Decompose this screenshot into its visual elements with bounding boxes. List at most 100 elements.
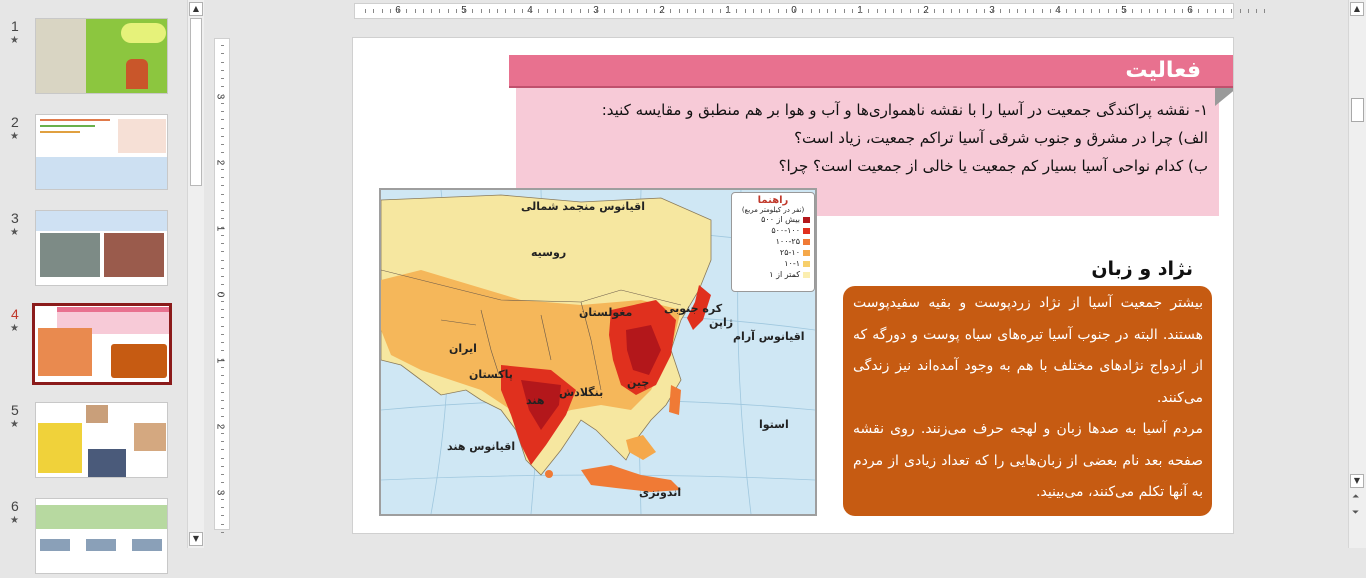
editor-scrollbar[interactable]: ▲ ▼ ⏶ ⏷: [1348, 0, 1366, 548]
ruler-tick: [221, 61, 224, 63]
slide-thumbnail-1[interactable]: 1 ★: [0, 18, 185, 98]
legend-row: ۲۵-۱۰: [736, 247, 810, 258]
ruler-tick: [1124, 9, 1125, 13]
ruler-tick: [221, 383, 224, 385]
ruler-tick: [221, 531, 224, 533]
ruler-tick: [488, 9, 490, 13]
ruler-tick: [1115, 9, 1117, 13]
ruler-tick: [221, 69, 224, 71]
ruler-tick: [1132, 9, 1134, 13]
ruler-tick: [629, 9, 630, 13]
slide-thumbnail-6[interactable]: 6 ★: [0, 498, 185, 578]
ruler-tick: [431, 9, 432, 13]
slide-number: 2: [11, 114, 19, 130]
scroll-down-icon[interactable]: ▼: [189, 532, 203, 546]
ruler-tick: [398, 9, 399, 13]
ruler-tick: [221, 482, 224, 484]
scrollbar-thumb[interactable]: [1351, 98, 1364, 122]
ruler-tick: [893, 9, 894, 13]
ruler-tick: [851, 9, 853, 13]
ruler-tick: [221, 111, 224, 112]
ruler-tick: [221, 251, 224, 253]
ruler-tick: [464, 9, 465, 13]
ruler-tick: [373, 9, 375, 13]
ruler-tick: [612, 9, 614, 13]
ruler-tick: [934, 9, 936, 13]
scroll-down-icon[interactable]: ▼: [1350, 474, 1364, 488]
race-language-box[interactable]: بیشتر جمعیت آسیا از نژاد زردپوست و بقیه …: [843, 286, 1212, 516]
slide-thumbnail-3[interactable]: 3 ★: [0, 210, 185, 290]
ruler-tick: [785, 9, 787, 13]
next-slide-icon[interactable]: ⏷: [1352, 508, 1359, 518]
ruler-tick: [1214, 9, 1216, 13]
ruler-tick: [1165, 9, 1167, 13]
slide-thumbnail-pane: 1 ★ 2 ★ 3 ★ 4 ★ 5 ★ 6 ★ ▲ ▼: [0, 0, 205, 574]
activity-banner[interactable]: فعالیت: [509, 55, 1233, 88]
ruler-tick: [221, 284, 224, 286]
ruler-tick: [1066, 9, 1068, 13]
ruler-tick: [414, 9, 416, 13]
ruler-tick: [221, 292, 224, 294]
ruler-tick: [221, 193, 224, 195]
ruler-tick: [983, 9, 985, 13]
ruler-tick: [678, 9, 680, 13]
scroll-up-icon[interactable]: ▲: [1350, 2, 1364, 16]
ruler-tick: [695, 9, 696, 13]
thumbnail-scrollbar[interactable]: ▲ ▼: [187, 0, 204, 548]
slide-thumbnail-4[interactable]: 4 ★: [0, 303, 185, 386]
ruler-tick: [221, 515, 224, 517]
ruler-tick: [221, 474, 224, 475]
ruler-tick: [1140, 9, 1142, 13]
ruler-tick: [513, 9, 515, 13]
ruler-tick: [917, 9, 919, 13]
ruler-tick: [406, 9, 408, 13]
vertical-ruler: 3 2 1 0 1 2 3: [214, 38, 230, 533]
animation-star-icon: ★: [10, 131, 19, 142]
ruler-tick: [221, 177, 224, 178]
slide-number: 3: [11, 210, 19, 226]
ruler-tick: [221, 408, 224, 409]
ruler-tick: [472, 9, 474, 13]
map-label: پاکستان: [469, 368, 513, 381]
ruler-tick: [1198, 9, 1200, 13]
ruler-tick: [1256, 9, 1257, 13]
ruler-tick: [221, 342, 224, 343]
ruler-tick: [942, 9, 944, 13]
race-language-heading[interactable]: نژاد و زبان: [1091, 258, 1193, 280]
slide-thumbnail-5[interactable]: 5 ★: [0, 402, 185, 482]
activity-question-b: ب) کدام نواحی آسیا بسیار کم جمعیت یا خال…: [778, 157, 1208, 175]
scrollbar-thumb[interactable]: [190, 18, 202, 186]
ruler-tick: [926, 9, 927, 13]
thumbnail-preview: [35, 402, 168, 478]
ruler-tick: [221, 350, 224, 352]
slide-thumbnail-2[interactable]: 2 ★: [0, 114, 185, 194]
ruler-tick: [221, 449, 224, 451]
ruler-tick: [1049, 9, 1051, 13]
activity-question-a: الف) چرا در مشرق و جنوب شرقی آسیا تراکم …: [794, 129, 1208, 147]
ruler-tick: [1008, 9, 1010, 13]
ruler-tick: [221, 102, 224, 104]
asia-population-map[interactable]: اقیانوس منجمد شمالی روسیه مغولستان کره ج…: [379, 188, 817, 516]
map-label: ژاپن: [709, 316, 734, 329]
ruler-tick: [221, 465, 224, 467]
ruler-tick: [538, 9, 540, 13]
activity-title: فعالیت: [1125, 58, 1201, 83]
slide-canvas[interactable]: فعالیت ۱- نقشه پراکندگی جمعیت در آسیا را…: [352, 37, 1234, 534]
legend-row: ۵۰۰-۱۰۰: [736, 225, 810, 236]
ruler-tick: [381, 9, 383, 13]
ruler-tick: [587, 9, 589, 13]
ruler-tick: [221, 523, 224, 525]
ruler-tick: [909, 9, 911, 13]
map-label: چین: [627, 376, 650, 389]
ruler-tick: [711, 9, 713, 13]
ruler-tick: [1058, 9, 1059, 13]
previous-slide-icon[interactable]: ⏶: [1352, 492, 1359, 502]
activity-text[interactable]: ۱- نقشه پراکندگی جمعیت در آسیا را با نقش…: [528, 96, 1208, 180]
ruler-tick: [221, 185, 224, 187]
ruler-tick: [1107, 9, 1109, 13]
ruler-tick: [221, 333, 224, 335]
ruler-tick: [221, 300, 224, 302]
ruler-tick: [818, 9, 820, 13]
ruler-tick: [860, 9, 861, 13]
scroll-up-icon[interactable]: ▲: [189, 2, 203, 16]
